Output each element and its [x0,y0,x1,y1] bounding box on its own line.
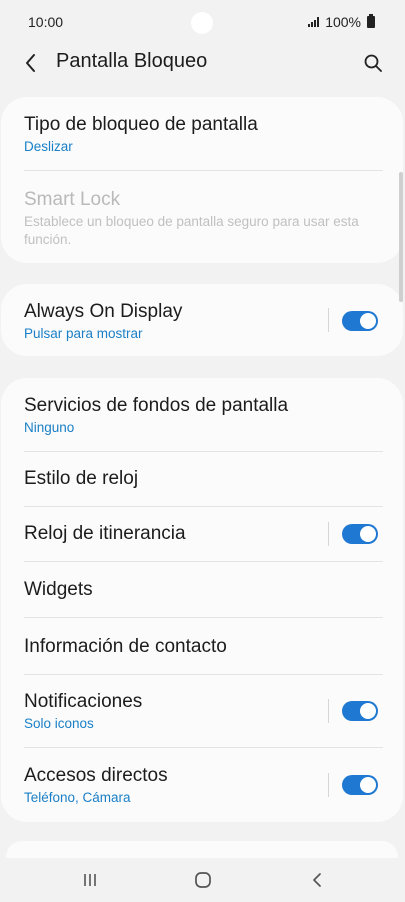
always-on-display-item[interactable]: Always On Display Pulsar para mostrar [1,284,403,356]
separator-line [328,308,329,332]
lock-screen-options-card: Servicios de fondos de pantalla Ninguno … [1,378,403,822]
always-on-display-title: Always On Display [24,301,183,322]
home-icon [195,872,211,888]
screen-lock-type-item[interactable]: Tipo de bloqueo de pantalla Deslizar [1,97,403,169]
notifications-value: Solo iconos [24,716,94,731]
separator-line [328,522,329,546]
roaming-clock-item[interactable]: Reloj de itinerancia [1,507,403,561]
separator-line [328,699,329,723]
navigation-bar [0,858,405,902]
always-on-display-toggle[interactable] [342,311,378,331]
contact-info-title: Información de contacto [24,636,227,657]
smart-lock-description: Establece un bloqueo de pantalla seguro … [24,214,359,247]
signal-icon [308,17,320,27]
back-icon [313,873,321,887]
always-on-card: Always On Display Pulsar para mostrar [1,284,403,356]
recents-icon [84,874,96,886]
widgets-title: Widgets [24,579,93,600]
screen-lock-type-title: Tipo de bloqueo de pantalla [24,114,258,135]
scrollbar[interactable] [399,172,403,302]
smart-lock-title: Smart Lock [24,189,121,210]
search-icon [364,54,382,72]
chevron-left-icon [26,54,35,72]
notifications-toggle[interactable] [342,701,378,721]
screen-lock-type-value: Deslizar [24,139,73,154]
notifications-title: Notificaciones [24,691,143,712]
nav-back-button[interactable] [303,870,331,890]
recents-button[interactable] [76,870,104,890]
contact-info-item[interactable]: Información de contacto [1,618,403,674]
page-title: Pantalla Bloqueo [56,50,208,72]
search-button[interactable] [359,49,387,77]
wallpaper-services-value: Ninguno [24,420,75,435]
back-button[interactable] [18,50,44,76]
lock-settings-card: Tipo de bloqueo de pantalla Deslizar Sma… [1,97,403,263]
smart-lock-item: Smart Lock Establece un bloqueo de panta… [1,171,403,261]
status-time: 10:00 [28,14,64,30]
shortcuts-title: Accesos directos [24,765,168,786]
shortcuts-item[interactable]: Accesos directos Teléfono, Cámara [1,748,403,820]
roaming-clock-title: Reloj de itinerancia [24,523,186,544]
wallpaper-services-item[interactable]: Servicios de fondos de pantalla Ninguno [1,378,403,450]
status-indicators: 100% [308,14,375,30]
widgets-item[interactable]: Widgets [1,562,403,617]
battery-icon [367,14,375,28]
separator-line [328,773,329,797]
clock-style-title: Estilo de reloj [24,468,139,489]
roaming-clock-toggle[interactable] [342,524,378,544]
shortcuts-value: Teléfono, Cámara [24,790,131,805]
app-bar: Pantalla Bloqueo [0,40,405,84]
shortcuts-toggle[interactable] [342,775,378,795]
camera-cutout [191,12,213,34]
battery-percentage: 100% [325,14,361,30]
wallpaper-services-title: Servicios de fondos de pantalla [24,395,289,416]
clock-style-item[interactable]: Estilo de reloj [1,452,403,506]
always-on-display-value: Pulsar para mostrar [24,326,143,341]
home-button[interactable] [189,870,217,890]
notifications-item[interactable]: Notificaciones Solo iconos [1,675,403,747]
